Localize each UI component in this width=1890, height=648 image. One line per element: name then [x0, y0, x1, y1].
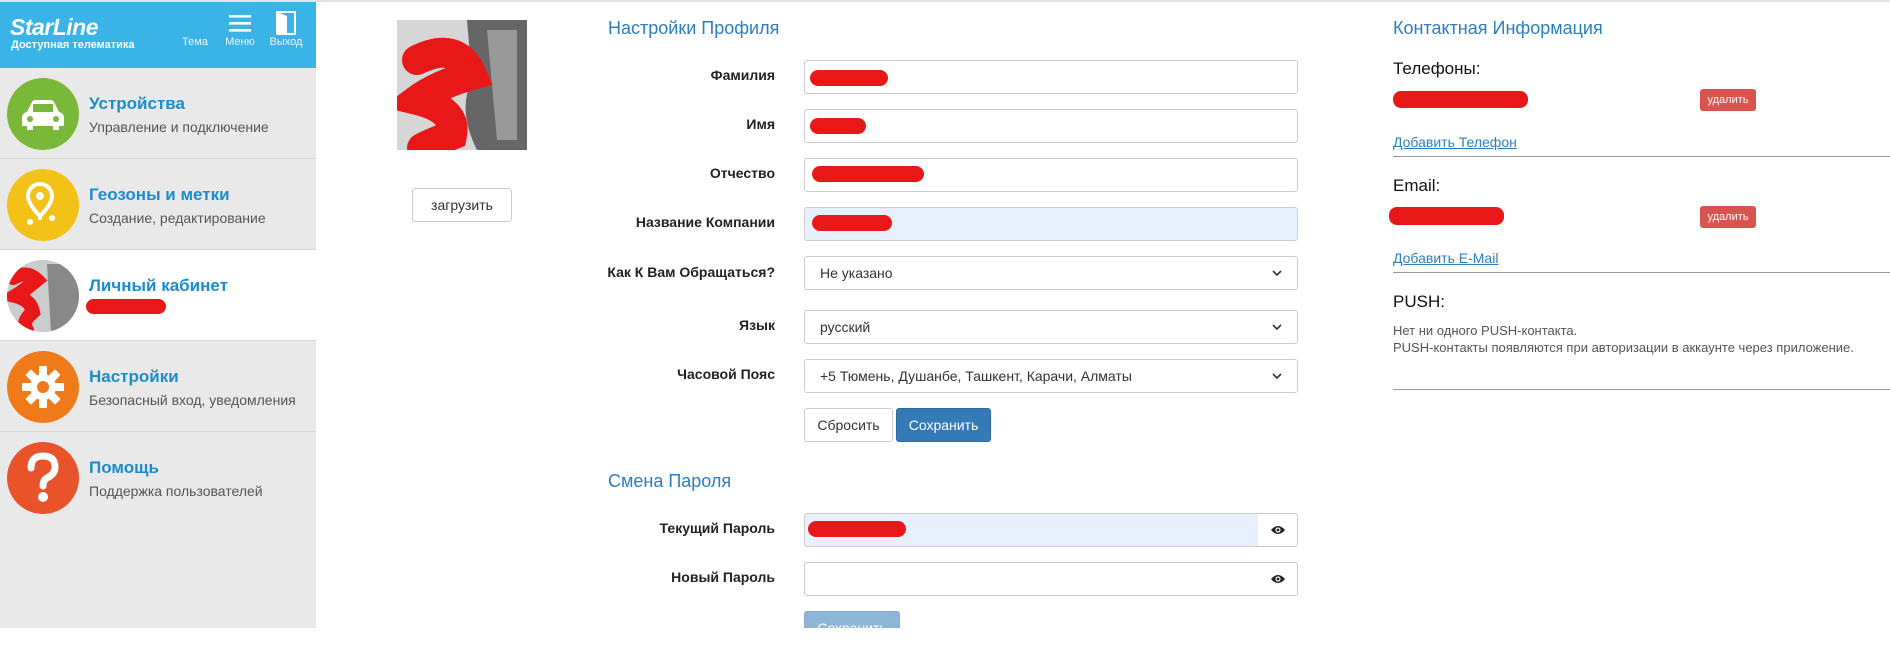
reset-button[interactable]: Сбросить [804, 408, 893, 442]
sidebar-item-geozones[interactable]: Геозоны и метки Создание, редактирование [0, 159, 316, 250]
sidebar-item-subtitle: Поддержка пользователей [89, 483, 263, 499]
redacted-first-name [810, 118, 866, 134]
add-phone-link[interactable]: Добавить Телефон [1393, 134, 1517, 150]
show-current-password-button[interactable] [1258, 513, 1298, 547]
profile-photo [397, 20, 527, 150]
sidebar-item-devices[interactable]: Устройства Управление и подключение [0, 68, 316, 159]
sidebar-item-subtitle: Создание, редактирование [89, 210, 266, 226]
new-password-input[interactable] [804, 562, 1259, 596]
redacted-last-name [810, 70, 888, 86]
menu-button[interactable]: Меню [218, 10, 262, 48]
car-icon [7, 78, 79, 150]
sidebar-item-title: Геозоны и метки [89, 185, 230, 204]
salutation-value: Не указано [820, 265, 893, 281]
chevron-down-icon [1272, 270, 1282, 277]
add-email-link[interactable]: Добавить E-Mail [1393, 250, 1498, 266]
redacted-current-password [808, 521, 906, 537]
first-name-label: Имя [746, 116, 775, 132]
eye-icon [1270, 575, 1285, 583]
language-label: Язык [739, 317, 775, 333]
save-profile-button[interactable]: Сохранить [896, 408, 991, 442]
push-info: Нет ни одного PUSH-контакта. PUSH-контак… [1393, 322, 1863, 356]
upload-photo-button[interactable]: загрузить [412, 188, 512, 222]
eye-icon [1270, 526, 1285, 534]
language-select[interactable]: русский [804, 310, 1298, 344]
geozone-icon [7, 169, 79, 241]
redacted-patronymic [812, 166, 924, 182]
timezone-value: +5 Тюмень, Душанбе, Ташкент, Карачи, Алм… [820, 368, 1132, 384]
gear-icon [7, 351, 79, 423]
contacts-section-title: Контактная Информация [1393, 18, 1603, 38]
sidebar-item-subtitle: Управление и подключение [89, 119, 269, 135]
redacted-email [1389, 207, 1504, 225]
push-label: PUSH: [1393, 292, 1445, 311]
divider [1393, 156, 1890, 157]
new-password-label: Новый Пароль [671, 569, 775, 585]
sidebar-item-title: Устройства [89, 94, 185, 113]
sidebar-item-subtitle: Безопасный вход, уведомления [89, 392, 296, 408]
menu-label: Меню [225, 36, 255, 48]
patronymic-label: Отчество [709, 165, 775, 181]
timezone-select[interactable]: +5 Тюмень, Душанбе, Ташкент, Карачи, Алм… [804, 359, 1298, 393]
redacted-username [86, 299, 166, 314]
save-password-button-clip: Сохранить [804, 611, 900, 628]
delete-phone-button[interactable]: удалить [1700, 89, 1756, 111]
show-new-password-button[interactable] [1258, 562, 1298, 596]
current-password-label: Текущий Пароль [659, 520, 775, 536]
exit-button[interactable]: Выход [264, 10, 308, 48]
sidebar-item-title: Настройки [89, 367, 179, 386]
redacted-phone [1393, 91, 1528, 108]
push-empty-text: Нет ни одного PUSH-контакта. [1393, 323, 1578, 338]
exit-label: Выход [269, 36, 303, 48]
sidebar-item-settings[interactable]: Настройки Безопасный вход, уведомления [0, 341, 316, 432]
divider [1393, 272, 1890, 273]
starline-logo[interactable]: StarLine [10, 14, 99, 41]
first-name-input[interactable] [804, 109, 1298, 143]
sidebar-item-account[interactable]: Личный кабинет [0, 250, 316, 341]
save-password-button[interactable]: Сохранить [804, 611, 900, 628]
chevron-down-icon [1272, 373, 1282, 380]
sidebar-item-title: Личный кабинет [89, 276, 228, 295]
sidebar-item-title: Помощь [89, 458, 159, 477]
email-label: Email: [1393, 176, 1441, 195]
salutation-select[interactable]: Не указано [804, 256, 1298, 290]
theme-button[interactable]: Тема [173, 10, 217, 48]
company-label: Название Компании [635, 214, 775, 230]
question-icon [7, 442, 79, 514]
chevron-down-icon [1272, 324, 1282, 331]
sidebar: StarLine Доступная телематика Тема Меню … [0, 2, 316, 628]
divider [1393, 389, 1890, 390]
password-section-title: Смена Пароля [608, 471, 732, 491]
timezone-label: Часовой Пояс [677, 366, 775, 382]
avatar [7, 260, 79, 332]
menu-icon [218, 10, 262, 36]
exit-icon [264, 10, 308, 36]
profile-section-title: Настройки Профиля [608, 18, 780, 38]
push-hint-text: PUSH-контакты появляются при авторизации… [1393, 340, 1854, 355]
phones-label: Телефоны: [1393, 59, 1481, 78]
delete-email-button[interactable]: удалить [1700, 206, 1756, 228]
redacted-company [812, 215, 892, 231]
tagline: Доступная телематика [11, 39, 135, 51]
last-name-label: Фамилия [710, 67, 775, 83]
moon-icon [173, 10, 217, 36]
theme-label: Тема [182, 36, 208, 48]
language-value: русский [820, 319, 871, 335]
app-header: StarLine Доступная телематика Тема Меню … [0, 2, 316, 68]
sidebar-item-help[interactable]: Помощь Поддержка пользователей [0, 432, 316, 523]
salutation-label: Как К Вам Обращаться? [607, 264, 775, 280]
